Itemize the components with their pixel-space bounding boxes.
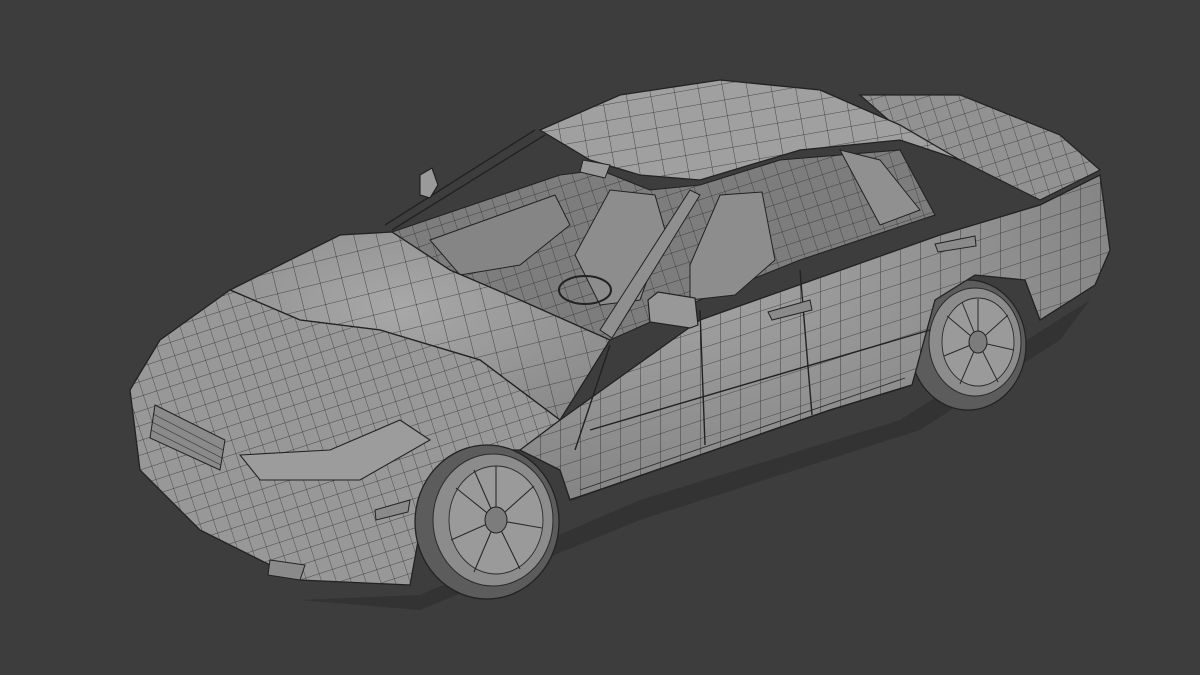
3d-viewport[interactable]: [0, 0, 1200, 675]
front-wheel[interactable]: [414, 444, 560, 600]
car-mesh-canvas[interactable]: [0, 0, 1200, 675]
side-mirror-right[interactable]: [647, 291, 699, 329]
